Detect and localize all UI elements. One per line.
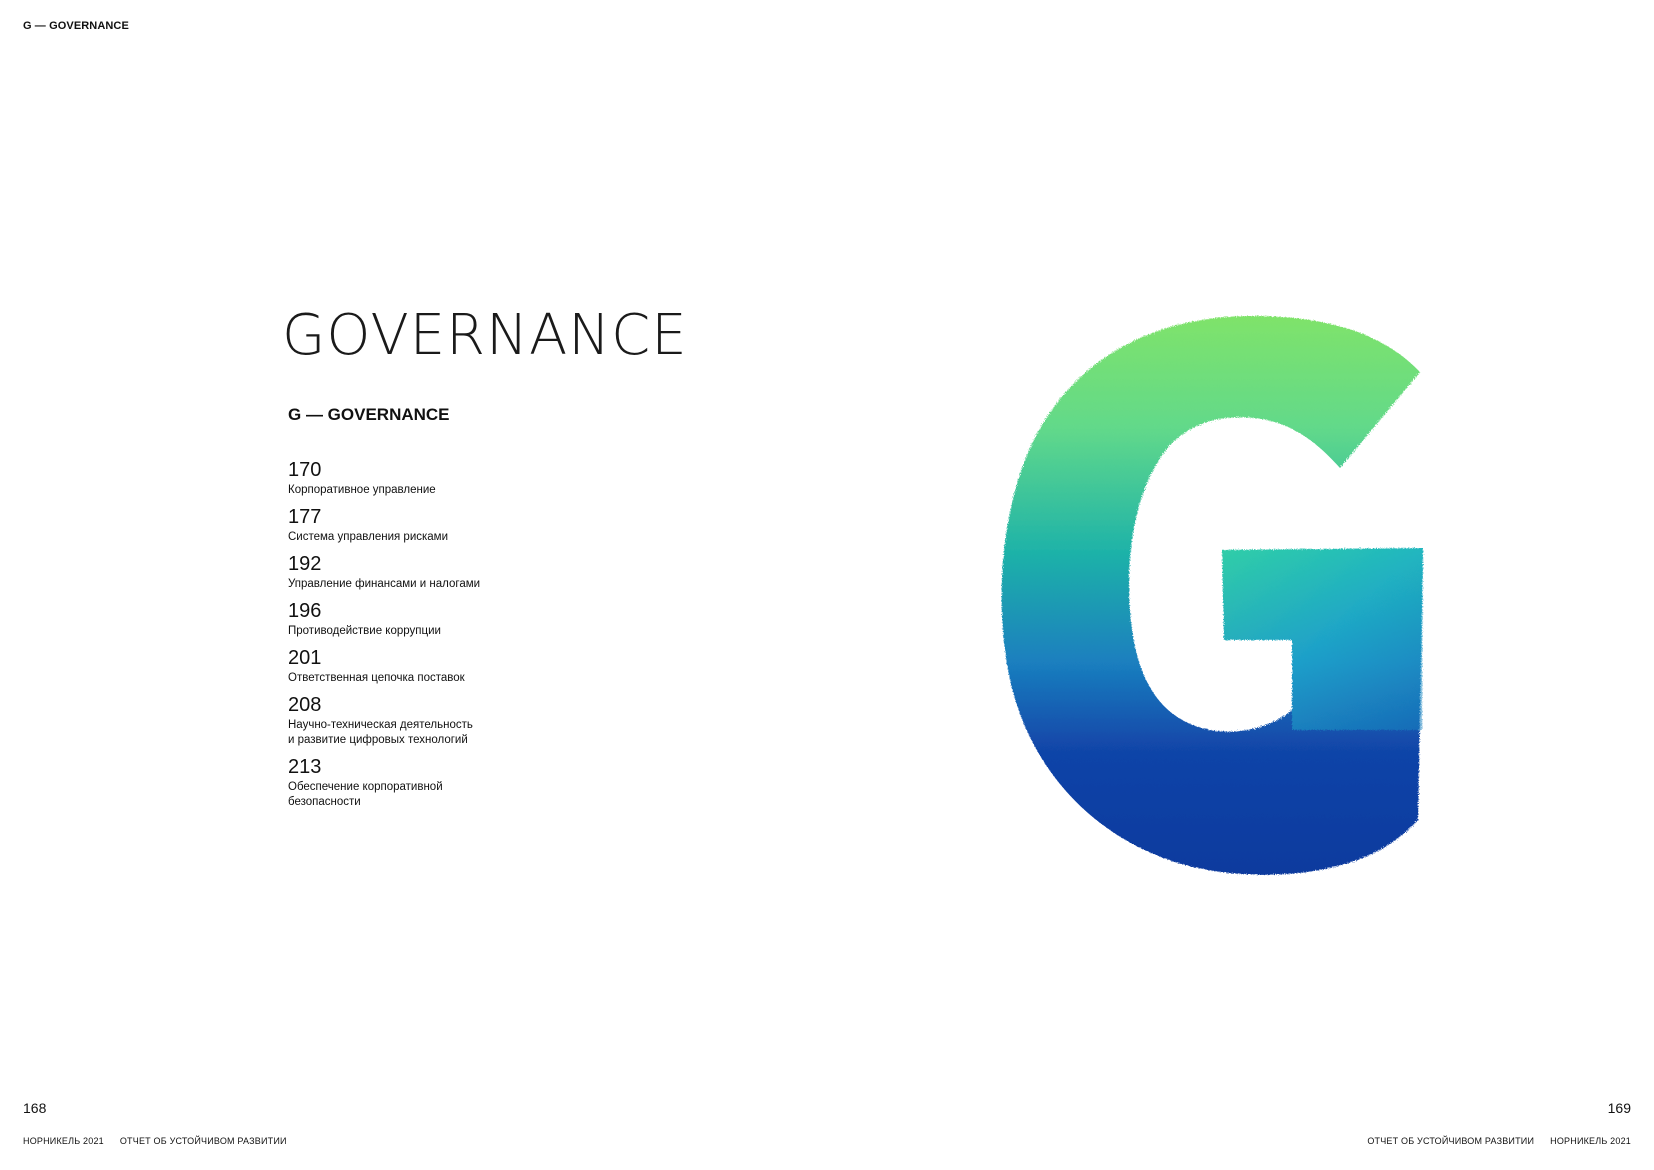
table-of-contents: 170 Корпоративное управление 177 Система… — [288, 459, 528, 818]
toc-page-number: 196 — [288, 600, 322, 622]
toc-item-label: Обеспечение корпоративной безопасности — [288, 781, 443, 808]
toc-item[interactable]: 201 Ответственная цепочка поставок — [288, 647, 528, 686]
page-number-right: 169 — [1607, 1100, 1631, 1116]
toc-page-number: 201 — [288, 647, 322, 669]
page-number-left: 168 — [23, 1100, 47, 1116]
toc-item[interactable]: 192 Управление финансами и налогами — [288, 553, 528, 592]
footer-left: НОРНИКЕЛЬ 2021 ОТЧЕТ ОБ УСТОЙЧИВОМ РАЗВИТ… — [23, 1136, 287, 1146]
section-subtitle: G — GOVERNANCE — [288, 405, 450, 424]
toc-page-number: 208 — [288, 694, 322, 716]
toc-item-label: Ответственная цепочка поставок — [288, 672, 465, 684]
toc-page-number: 177 — [288, 506, 322, 528]
toc-item-label: Противодействие коррупции — [288, 625, 441, 637]
footer-company: НОРНИКЕЛЬ 2021 — [1550, 1136, 1631, 1146]
footer-company: НОРНИКЕЛЬ 2021 — [23, 1136, 104, 1146]
toc-page-number: 213 — [288, 756, 322, 778]
footer-report-title: ОТЧЕТ ОБ УСТОЙЧИВОМ РАЗВИТИИ — [119, 1136, 287, 1146]
toc-item-label: Корпоративное управление — [288, 484, 436, 496]
toc-item[interactable]: 177 Система управления рисками — [288, 506, 528, 545]
toc-item[interactable]: 213 Обеспечение корпоративной безопаснос… — [288, 756, 528, 810]
toc-item-label: Научно-техническая деятельность и развит… — [288, 719, 473, 746]
toc-item-label: Система управления рисками — [288, 531, 449, 543]
toc-page-number: 170 — [288, 459, 322, 481]
footer-right: ОТЧЕТ ОБ УСТОЙЧИВОМ РАЗВИТИИ НОРНИКЕЛЬ 20… — [1367, 1136, 1631, 1146]
watercolor-letter-g-icon — [1000, 310, 1470, 880]
toc-item-label: Управление финансами и налогами — [288, 578, 481, 590]
section-title: GOVERNANCE — [282, 303, 688, 368]
running-header: G — GOVERNANCE — [23, 20, 129, 32]
toc-item[interactable]: 208 Научно-техническая деятельность и ра… — [288, 694, 528, 748]
footer-report-title: ОТЧЕТ ОБ УСТОЙЧИВОМ РАЗВИТИИ — [1367, 1136, 1535, 1146]
toc-item[interactable]: 170 Корпоративное управление — [288, 459, 528, 498]
toc-page-number: 192 — [288, 553, 322, 575]
toc-item[interactable]: 196 Противодействие коррупции — [288, 600, 528, 639]
